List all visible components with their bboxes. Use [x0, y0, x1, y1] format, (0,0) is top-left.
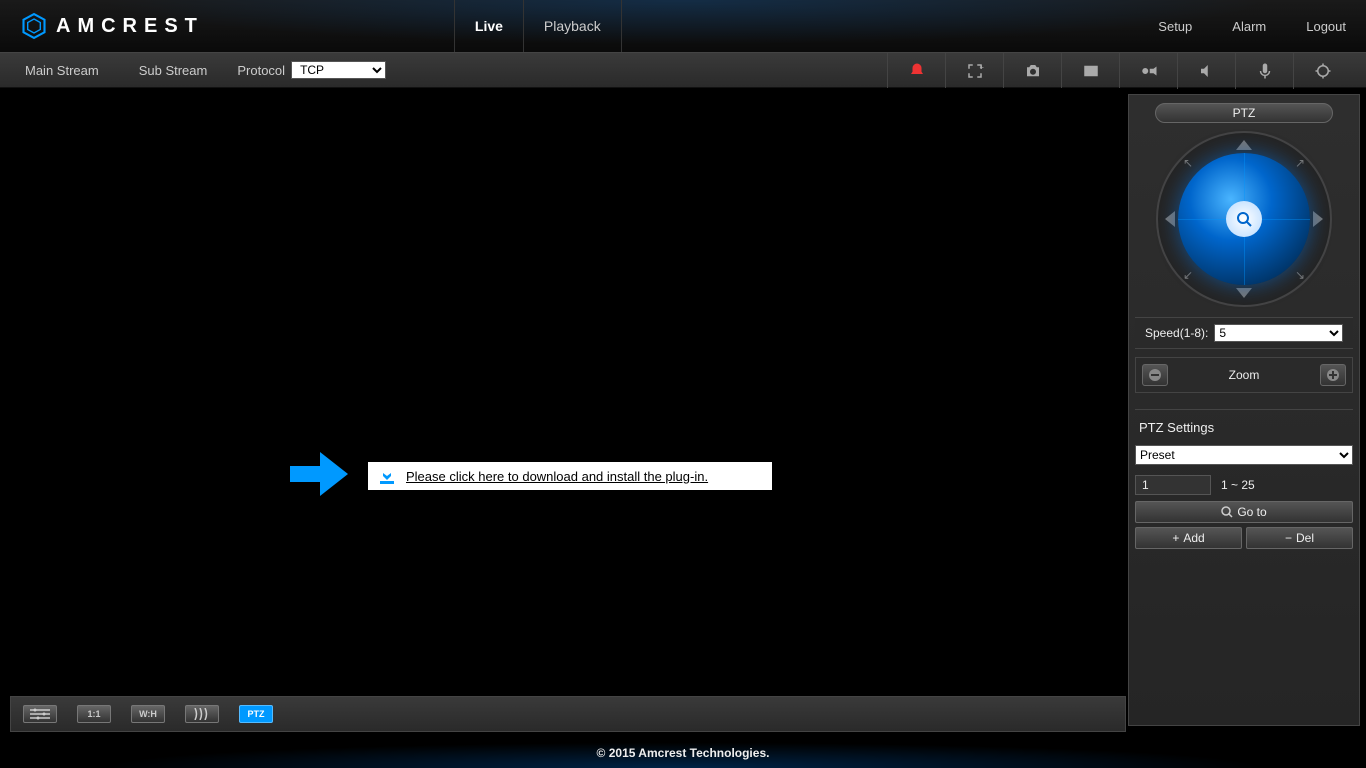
- target-icon[interactable]: [1293, 53, 1351, 89]
- main-stream-button[interactable]: Main Stream: [15, 63, 109, 78]
- del-label: Del: [1296, 531, 1314, 545]
- protocol-label: Protocol: [237, 63, 285, 78]
- preset-range: 1 ~ 25: [1221, 478, 1255, 492]
- ptz-center-button[interactable]: [1226, 201, 1262, 237]
- alarm-icon[interactable]: [887, 53, 945, 89]
- svg-text:+: +: [979, 63, 984, 72]
- ptz-right-button[interactable]: [1308, 209, 1328, 229]
- ptz-upright-button[interactable]: ↗: [1290, 153, 1310, 173]
- nav-right: Setup Alarm Logout: [1138, 0, 1366, 52]
- speed-select[interactable]: 5: [1214, 324, 1343, 342]
- ptz-down-button[interactable]: [1234, 283, 1254, 303]
- image-icon[interactable]: [1061, 53, 1119, 89]
- nav-live[interactable]: Live: [454, 0, 523, 52]
- main-nav: Live Playback: [454, 0, 622, 52]
- zoom-out-button[interactable]: [1142, 364, 1168, 386]
- speaker-icon[interactable]: [1177, 53, 1235, 89]
- nav-setup[interactable]: Setup: [1138, 0, 1212, 52]
- speed-label: Speed(1-8):: [1145, 326, 1208, 340]
- stream-toolbar: Main Stream Sub Stream Protocol TCP +: [0, 52, 1366, 88]
- protocol-select[interactable]: TCP: [291, 61, 386, 79]
- add-label: Add: [1183, 531, 1204, 545]
- goto-label: Go to: [1237, 505, 1266, 519]
- nav-logout[interactable]: Logout: [1286, 0, 1366, 52]
- speed-row: Speed(1-8): 5: [1135, 317, 1353, 349]
- video-area: Please click here to download and instal…: [0, 88, 1128, 732]
- record-icon[interactable]: [1119, 53, 1177, 89]
- logo-icon: [20, 12, 48, 40]
- add-button[interactable]: + Add: [1135, 527, 1242, 549]
- ptz-center-icon: [1235, 210, 1253, 228]
- sub-stream-button[interactable]: Sub Stream: [129, 63, 218, 78]
- footer: © 2015 Amcrest Technologies.: [0, 738, 1366, 768]
- del-button[interactable]: −Del: [1246, 527, 1353, 549]
- snapshot-icon[interactable]: [1003, 53, 1061, 89]
- mic-icon[interactable]: [1235, 53, 1293, 89]
- zoom-in-button[interactable]: [1320, 364, 1346, 386]
- effect-button[interactable]: [185, 705, 219, 723]
- ptz-toggle-button[interactable]: PTZ: [239, 705, 273, 723]
- ptz-downright-button[interactable]: ↘: [1290, 265, 1310, 285]
- ptz-title: PTZ: [1155, 103, 1333, 123]
- plugin-prompt[interactable]: Please click here to download and instal…: [368, 462, 772, 490]
- ptz-upleft-button[interactable]: ↖: [1178, 153, 1198, 173]
- logo: AMCREST: [0, 12, 224, 40]
- ptz-left-button[interactable]: [1160, 209, 1180, 229]
- nav-playback[interactable]: Playback: [523, 0, 622, 52]
- header: AMCREST Live Playback Setup Alarm Logout: [0, 0, 1366, 52]
- minus-icon: −: [1285, 531, 1292, 545]
- goto-button[interactable]: Go to: [1135, 501, 1353, 523]
- add-del-row: + Add −Del: [1135, 527, 1353, 549]
- ratio-11-button[interactable]: 1:1: [77, 705, 111, 723]
- nav-alarm[interactable]: Alarm: [1212, 0, 1286, 52]
- pointer-arrow-icon: [290, 448, 350, 500]
- ptz-up-button[interactable]: [1234, 135, 1254, 155]
- preset-select[interactable]: Preset: [1135, 445, 1353, 465]
- ptz-panel: PTZ ↗ ↖ ↘ ↙ Speed(1-8): 5 Zoom PTZ Setti…: [1128, 94, 1360, 726]
- preset-row: 1 ~ 25: [1135, 475, 1353, 495]
- main-area: Please click here to download and instal…: [0, 88, 1366, 732]
- ptz-wheel: ↗ ↖ ↘ ↙: [1156, 131, 1332, 307]
- bottom-toolbar: 1:1 W:H PTZ: [10, 696, 1126, 732]
- zoom-label: Zoom: [1174, 368, 1314, 382]
- toolbar-icons: +: [887, 53, 1351, 87]
- plugin-link[interactable]: Please click here to download and instal…: [406, 469, 708, 484]
- protocol-group: Protocol TCP: [237, 61, 386, 79]
- search-icon: [1221, 506, 1233, 518]
- plus-icon: +: [1172, 531, 1179, 545]
- adjust-button[interactable]: [23, 705, 57, 723]
- download-icon: [378, 468, 396, 484]
- logo-text: AMCREST: [56, 15, 204, 38]
- ptz-downleft-button[interactable]: ↙: [1178, 265, 1198, 285]
- preset-input[interactable]: [1135, 475, 1211, 495]
- fullscreen-icon[interactable]: +: [945, 53, 1003, 89]
- ratio-wh-button[interactable]: W:H: [131, 705, 165, 723]
- zoom-row: Zoom: [1135, 357, 1353, 393]
- ptz-settings-title: PTZ Settings: [1135, 409, 1353, 445]
